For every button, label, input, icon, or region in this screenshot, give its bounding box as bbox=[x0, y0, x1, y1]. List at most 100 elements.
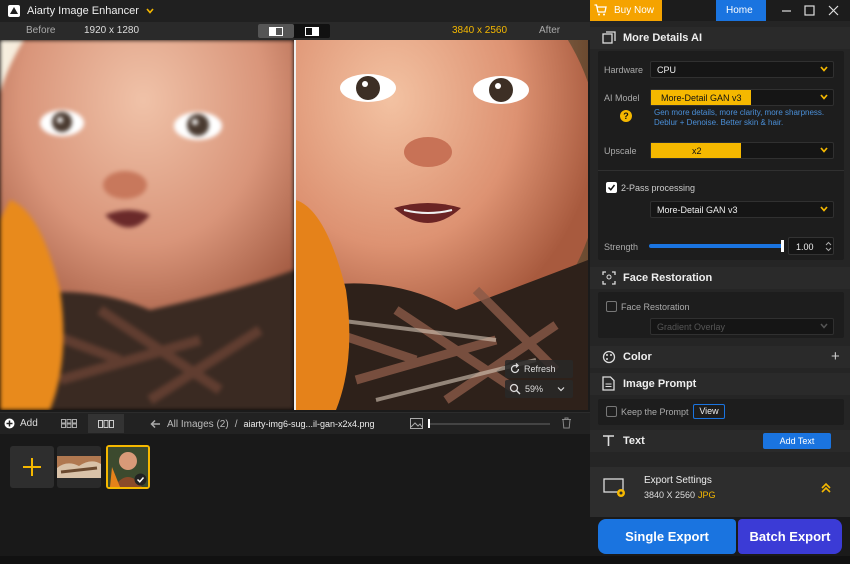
chevron-down-icon bbox=[820, 94, 828, 100]
face-restoration-title: Face Restoration bbox=[623, 272, 713, 284]
before-image bbox=[0, 40, 294, 410]
more-details-panel: Hardware CPU AI Model More-Detail GAN v3… bbox=[598, 51, 844, 260]
two-pass-model-value: More-Detail GAN v3 bbox=[657, 205, 738, 215]
help-icon[interactable]: ? bbox=[620, 110, 632, 122]
add-image-tile[interactable] bbox=[10, 446, 54, 488]
color-title: Color bbox=[623, 351, 652, 363]
face-restoration-checkbox-label: Face Restoration bbox=[621, 302, 690, 312]
face-mode-select[interactable]: Gradient Overlay bbox=[650, 318, 834, 335]
keep-prompt-checkbox[interactable] bbox=[606, 406, 617, 417]
two-pass-checkbox[interactable] bbox=[606, 182, 617, 193]
text-t-icon bbox=[603, 435, 614, 446]
add-text-button[interactable]: Add Text bbox=[763, 433, 831, 449]
batch-export-button[interactable]: Batch Export bbox=[738, 519, 842, 554]
hardware-label: Hardware bbox=[604, 65, 644, 75]
home-label: Home bbox=[726, 5, 753, 16]
strength-slider[interactable] bbox=[649, 240, 784, 252]
slider-handle[interactable] bbox=[428, 419, 430, 428]
view-prompt-button[interactable]: View bbox=[693, 404, 725, 419]
image-toolbar: Add All Images (2) / aiarty-img6-sug...i… bbox=[0, 412, 590, 434]
grid-icon bbox=[61, 419, 77, 428]
chevron-down-icon bbox=[820, 206, 828, 212]
single-export-button[interactable]: Single Export bbox=[598, 519, 736, 554]
strength-input[interactable]: 1.00 bbox=[788, 237, 834, 255]
arrow-left-icon[interactable] bbox=[150, 419, 161, 429]
chevron-down-icon[interactable] bbox=[557, 385, 565, 393]
close-icon[interactable] bbox=[828, 5, 839, 16]
text-title: Text bbox=[623, 435, 645, 447]
chevrons-up-icon[interactable] bbox=[820, 482, 832, 494]
upscale-select[interactable]: x2 bbox=[650, 142, 834, 159]
refresh-button[interactable]: Refresh bbox=[505, 360, 573, 378]
export-settings-bar[interactable]: Export Settings 3840 X 2560 JPG bbox=[590, 467, 850, 517]
model-description-line-1: Gen more details, more clarity, more sha… bbox=[654, 108, 825, 117]
image-viewer[interactable]: Refresh 59% bbox=[0, 40, 588, 410]
breadcrumb-filename: aiarty-img6-sug...il-gan-x2x4.png bbox=[243, 419, 375, 429]
face-restoration-checkbox[interactable] bbox=[606, 301, 617, 312]
side-by-side-button[interactable] bbox=[258, 24, 294, 38]
after-resolution: 3840 x 2560 bbox=[452, 25, 508, 36]
buy-now-button[interactable]: Buy Now bbox=[590, 0, 662, 21]
check-badge-icon bbox=[134, 473, 147, 486]
face-restoration-panel: Face Restoration Gradient Overlay bbox=[598, 292, 844, 338]
thumbnail-image-1[interactable] bbox=[57, 446, 101, 488]
ai-model-select[interactable]: More-Detail GAN v3 bbox=[650, 89, 834, 106]
expand-plus-icon[interactable]: + bbox=[831, 348, 840, 365]
spinner-icon[interactable] bbox=[825, 241, 832, 252]
color-header[interactable]: Color + bbox=[590, 346, 850, 368]
strength-value: 1.00 bbox=[796, 242, 814, 252]
split-view-icon bbox=[269, 26, 283, 36]
export-settings-icon bbox=[603, 478, 625, 497]
image-prompt-title: Image Prompt bbox=[623, 378, 697, 390]
after-label: After bbox=[539, 25, 561, 36]
cart-icon bbox=[594, 4, 607, 16]
home-button[interactable]: Home bbox=[716, 0, 766, 21]
breadcrumb-all-images[interactable]: All Images (2) bbox=[167, 419, 229, 430]
strength-slider-handle[interactable] bbox=[781, 240, 784, 252]
compare-mode-toggle[interactable] bbox=[258, 24, 330, 38]
refresh-label: Refresh bbox=[524, 364, 556, 374]
workspace: Aiarty Image Enhancer Before 1920 x 1280… bbox=[0, 0, 590, 564]
two-pass-label: 2-Pass processing bbox=[621, 183, 696, 193]
chevron-down-icon bbox=[820, 323, 828, 329]
chevron-down-icon[interactable] bbox=[145, 6, 155, 16]
layers-icon bbox=[602, 31, 616, 44]
export-settings-title: Export Settings bbox=[644, 475, 712, 486]
thumbnail-strip bbox=[0, 434, 590, 556]
app-logo-icon bbox=[8, 5, 20, 17]
before-resolution: 1920 x 1280 bbox=[84, 25, 140, 36]
compare-view-icon bbox=[305, 26, 319, 36]
add-button[interactable]: Add bbox=[4, 417, 44, 431]
compare-bar: Before 1920 x 1280 3840 x 2560 After bbox=[0, 22, 590, 40]
hardware-select[interactable]: CPU bbox=[650, 61, 834, 78]
filmstrip-view-button[interactable] bbox=[88, 414, 124, 433]
face-restoration-header: Face Restoration bbox=[590, 267, 850, 289]
two-pass-model-select[interactable]: More-Detail GAN v3 bbox=[650, 201, 834, 218]
filmstrip-icon bbox=[98, 419, 114, 428]
zoom-control[interactable]: 59% bbox=[505, 380, 573, 398]
chevron-down-icon bbox=[820, 147, 828, 153]
thumbnail-size-slider[interactable] bbox=[428, 419, 550, 428]
upscale-label: Upscale bbox=[604, 146, 637, 156]
export-format: JPG bbox=[698, 490, 716, 500]
strength-label: Strength bbox=[604, 242, 639, 252]
refresh-icon bbox=[510, 363, 520, 374]
hardware-value: CPU bbox=[657, 65, 677, 75]
grid-view-button[interactable] bbox=[52, 414, 86, 433]
breadcrumb-separator: / bbox=[234, 418, 238, 430]
upscale-value: x2 bbox=[692, 146, 702, 156]
thumbnail-image-2[interactable] bbox=[106, 445, 150, 489]
face-mode-value: Gradient Overlay bbox=[657, 322, 726, 332]
export-resolution: 3840 X 2560 bbox=[644, 490, 696, 500]
export-buttons-area: Single Export Batch Export bbox=[590, 517, 850, 556]
add-label: Add bbox=[20, 418, 38, 429]
overlay-compare-button[interactable] bbox=[294, 24, 330, 38]
model-description-line-2: Deblur + Denoise. Better skin & hair. bbox=[654, 118, 784, 127]
buy-now-label: Buy Now bbox=[614, 5, 655, 16]
trash-icon[interactable] bbox=[561, 417, 572, 429]
maximize-icon[interactable] bbox=[804, 5, 815, 16]
add-circle-icon bbox=[4, 418, 15, 429]
minimize-icon[interactable] bbox=[781, 5, 792, 16]
document-icon bbox=[602, 376, 615, 391]
face-scan-icon bbox=[602, 271, 616, 285]
